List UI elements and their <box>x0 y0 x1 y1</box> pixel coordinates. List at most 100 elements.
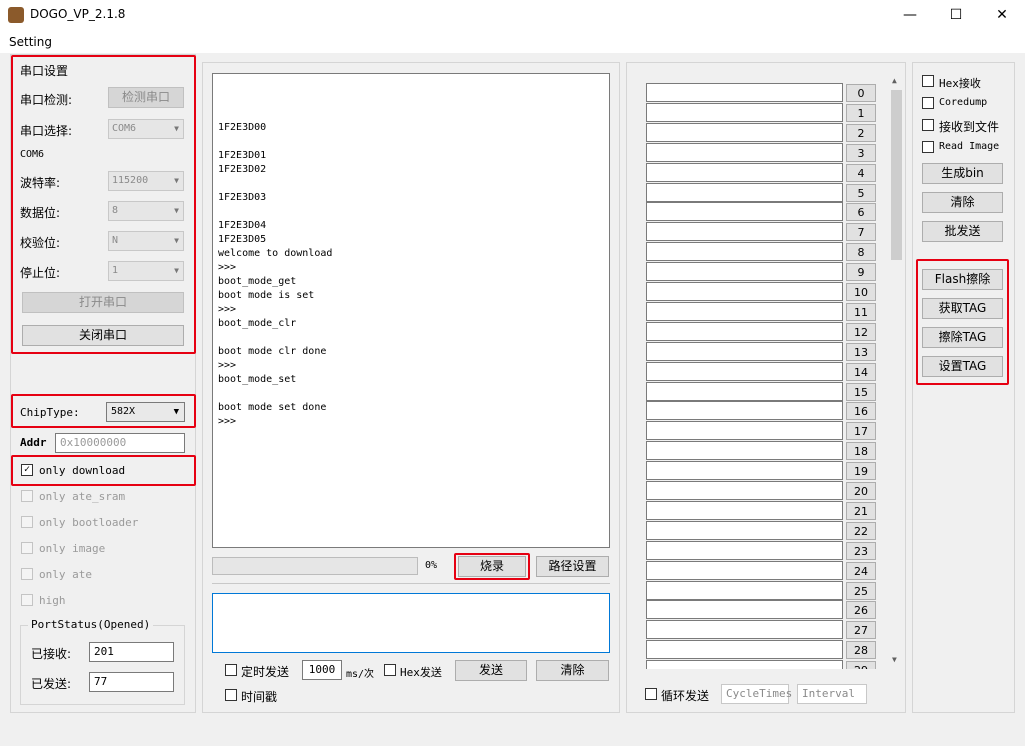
multi-send-input[interactable] <box>646 341 843 361</box>
multi-send-row-button[interactable]: 9 <box>846 263 876 282</box>
multi-send-input[interactable] <box>646 560 843 580</box>
multi-send-input[interactable] <box>646 102 843 122</box>
multi-send-input[interactable] <box>646 222 843 242</box>
chevron-down-icon[interactable]: ▼ <box>892 655 897 664</box>
multi-send-row-button[interactable]: 0 <box>846 84 876 102</box>
multi-send-input[interactable] <box>646 401 843 421</box>
multi-send-row-button[interactable]: 24 <box>846 561 876 580</box>
multi-send-input[interactable] <box>646 660 843 669</box>
multi-send-input[interactable] <box>646 301 843 321</box>
multi-send-row-button[interactable]: 7 <box>846 223 876 242</box>
multi-send-row-button[interactable]: 13 <box>846 342 876 361</box>
clear-button[interactable]: 清除 <box>922 192 1003 213</box>
multi-send-row-button[interactable]: 6 <box>846 203 876 222</box>
multi-send-scrollbar[interactable]: ▲ ▼ <box>889 72 904 669</box>
detect-port-button[interactable]: 检测串口 <box>108 87 184 108</box>
path-settings-button[interactable]: 路径设置 <box>536 556 609 577</box>
multi-send-input[interactable] <box>646 182 843 202</box>
multi-send-input[interactable] <box>646 242 843 262</box>
burn-button[interactable]: 烧录 <box>458 556 526 577</box>
multi-send-row-button[interactable]: 25 <box>846 581 876 600</box>
multi-send-input[interactable] <box>646 361 843 381</box>
multi-send-input[interactable] <box>646 580 843 600</box>
multi-send-input[interactable] <box>646 620 843 640</box>
close-port-button[interactable]: 关闭串口 <box>22 325 184 346</box>
multi-send-row-button[interactable]: 16 <box>846 402 876 421</box>
set-tag-button[interactable]: 设置TAG <box>922 356 1003 377</box>
receive-log[interactable]: 1F2E3D00 1F2E3D01 1F2E3D02 1F2E3D03 1F2E… <box>212 73 610 548</box>
minimize-button[interactable]: — <box>887 0 933 31</box>
multi-send-row-button[interactable]: 21 <box>846 501 876 520</box>
scrollbar-thumb[interactable] <box>891 90 902 260</box>
coredump-checkbox[interactable] <box>922 97 934 109</box>
hex-send-checkbox[interactable] <box>384 664 396 676</box>
only-ate-sram-checkbox[interactable] <box>21 490 33 502</box>
chevron-up-icon[interactable]: ▲ <box>892 76 897 85</box>
only-image-checkbox[interactable] <box>21 542 33 554</box>
send-interval-input[interactable]: 1000 <box>302 660 342 680</box>
get-tag-button[interactable]: 获取TAG <box>922 298 1003 319</box>
multi-send-input[interactable] <box>646 600 843 620</box>
data-bits-select[interactable]: 8 ▼ <box>108 201 184 221</box>
flash-erase-button[interactable]: Flash擦除 <box>922 269 1003 290</box>
multi-send-input[interactable] <box>646 162 843 182</box>
multi-send-row-button[interactable]: 4 <box>846 163 876 182</box>
multi-send-row-button[interactable]: 22 <box>846 521 876 540</box>
high-checkbox[interactable] <box>21 594 33 606</box>
multi-send-input[interactable] <box>646 142 843 162</box>
multi-send-row-button[interactable]: 15 <box>846 382 876 401</box>
parity-select[interactable]: N ▼ <box>108 231 184 251</box>
multi-send-row-button[interactable]: 10 <box>846 283 876 301</box>
multi-send-row-button[interactable]: 19 <box>846 462 876 481</box>
multi-send-input[interactable] <box>646 421 843 441</box>
multi-send-input[interactable] <box>646 461 843 481</box>
multi-send-row-button[interactable]: 14 <box>846 362 876 381</box>
hex-receive-checkbox[interactable] <box>922 75 934 87</box>
baud-select[interactable]: 115200 ▼ <box>108 171 184 191</box>
only-download-checkbox[interactable]: ✓ <box>21 464 33 476</box>
multi-send-row-button[interactable]: 5 <box>846 183 876 202</box>
multi-send-input[interactable] <box>646 441 843 461</box>
cycle-times-input[interactable]: CycleTimes <box>721 684 792 704</box>
multi-send-input[interactable] <box>646 381 843 401</box>
recv-to-file-checkbox[interactable] <box>922 119 934 131</box>
menu-setting[interactable]: Setting <box>9 35 52 49</box>
batch-send-button[interactable]: 批发送 <box>922 221 1003 242</box>
multi-send-input[interactable] <box>646 540 843 560</box>
addr-input[interactable]: 0x10000000 <box>55 433 185 453</box>
multi-send-input[interactable] <box>646 202 843 222</box>
multi-send-input[interactable] <box>646 500 843 520</box>
multi-send-row-button[interactable]: 18 <box>846 442 876 461</box>
clear-send-button[interactable]: 清除 <box>536 660 609 681</box>
multi-send-input[interactable] <box>646 262 843 282</box>
send-button[interactable]: 发送 <box>455 660 527 681</box>
multi-send-input[interactable] <box>646 122 843 142</box>
loop-send-checkbox[interactable] <box>645 688 657 700</box>
timed-send-checkbox[interactable] <box>225 664 237 676</box>
close-button[interactable]: ✕ <box>979 0 1025 31</box>
multi-send-row-button[interactable]: 11 <box>846 302 876 321</box>
multi-send-input[interactable] <box>646 282 843 301</box>
multi-send-input[interactable] <box>646 481 843 500</box>
erase-tag-button[interactable]: 擦除TAG <box>922 327 1003 348</box>
open-port-button[interactable]: 打开串口 <box>22 292 184 313</box>
maximize-button[interactable]: ☐ <box>933 0 979 31</box>
only-ate-checkbox[interactable] <box>21 568 33 580</box>
multi-send-row-button[interactable]: 20 <box>846 482 876 500</box>
multi-send-input[interactable] <box>646 83 843 102</box>
interval-input[interactable]: Interval <box>797 684 867 704</box>
multi-send-row-button[interactable]: 17 <box>846 422 876 441</box>
multi-send-row-button[interactable]: 2 <box>846 123 876 142</box>
multi-send-input[interactable] <box>646 321 843 341</box>
only-bootloader-checkbox[interactable] <box>21 516 33 528</box>
multi-send-row-button[interactable]: 3 <box>846 143 876 162</box>
read-image-checkbox[interactable] <box>922 141 934 153</box>
multi-send-row-button[interactable]: 28 <box>846 641 876 660</box>
stop-bits-select[interactable]: 1 ▼ <box>108 261 184 281</box>
multi-send-row-button[interactable]: 23 <box>846 541 876 560</box>
chip-type-select[interactable]: 582X ▼ <box>106 402 185 422</box>
multi-send-row-button[interactable]: 27 <box>846 621 876 640</box>
multi-send-row-button[interactable]: 1 <box>846 103 876 122</box>
multi-send-input[interactable] <box>646 640 843 660</box>
timestamp-checkbox[interactable] <box>225 689 237 701</box>
